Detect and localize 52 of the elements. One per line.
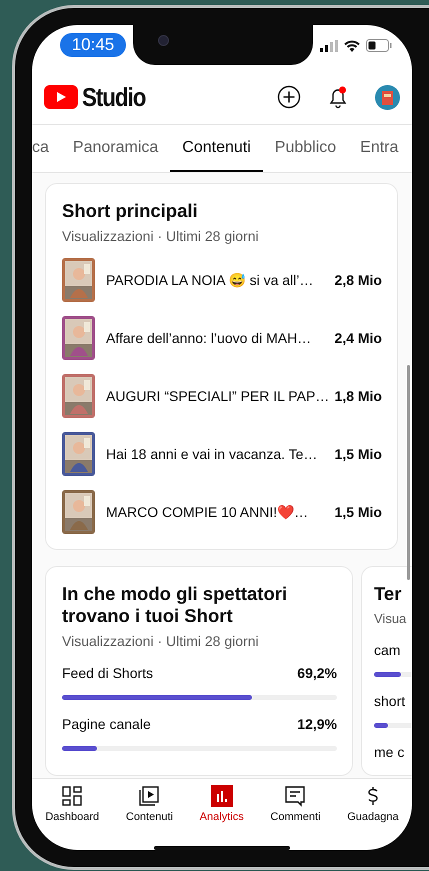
short-row[interactable]: Affare dell’anno: l’uovo di MAH… 2,4 Mio xyxy=(62,316,382,360)
source-percent: 69,2% xyxy=(297,665,337,681)
nav-item[interactable]: Commenti xyxy=(270,785,321,829)
card-subtitle: Visualizzazioni · Ultimi 28 giorni xyxy=(62,633,260,649)
term-label: me c xyxy=(374,744,404,760)
bar-chart-icon xyxy=(210,785,233,807)
tab[interactable]: Pubblico xyxy=(262,125,348,172)
view-count: 2,8 Mio xyxy=(334,272,382,288)
source-label: Pagine canale xyxy=(62,716,151,732)
view-count: 2,4 Mio xyxy=(334,330,382,346)
dashboard-icon xyxy=(61,785,84,807)
short-row[interactable]: AUGURI “SPECIALI” PER IL PAP… 1,8 Mio xyxy=(62,374,382,418)
term-label: short xyxy=(374,693,406,709)
nav-item[interactable]: Analytics xyxy=(200,785,244,829)
card-title: Short principali xyxy=(62,200,199,222)
short-row[interactable]: Hai 18 anni e vai in vacanza. Te… 1,5 Mio xyxy=(62,432,382,476)
battery-icon xyxy=(366,39,392,52)
term-label: cam xyxy=(374,642,400,658)
nav-item[interactable]: Dashboard xyxy=(45,785,100,829)
nav-item[interactable]: Guadagna xyxy=(347,785,399,829)
tab[interactable]: Panoramica xyxy=(60,125,170,172)
card-title: Ter xyxy=(374,583,402,605)
scrollbar[interactable] xyxy=(407,365,410,580)
tab[interactable]: ca xyxy=(32,125,61,172)
short-title: AUGURI “SPECIALI” PER IL PAP… xyxy=(106,388,330,404)
notifications-button[interactable] xyxy=(327,85,349,109)
status-time: 10:45 xyxy=(60,33,126,57)
avatar-button[interactable] xyxy=(375,84,400,110)
short-title: Affare dell’anno: l’uovo di MAH… xyxy=(106,330,312,346)
source-label: Feed di Shorts xyxy=(62,665,154,681)
card-subtitle: Visualizzazioni · Ultimi 28 giorni xyxy=(62,228,260,244)
view-count: 1,5 Mio xyxy=(334,446,382,462)
wifi-icon xyxy=(344,40,360,52)
camera-icon xyxy=(158,35,169,46)
app-title: Studio xyxy=(82,82,146,112)
short-row[interactable]: PARODIA LA NOIA 😅 si va all’… 2,8 Mio xyxy=(62,258,382,302)
view-count: 1,5 Mio xyxy=(334,504,382,520)
short-row[interactable]: MARCO COMPIE 10 ANNI!❤… 1,5 Mio xyxy=(62,490,382,534)
short-title: PARODIA LA NOIA 😅 si va all’… xyxy=(106,272,314,288)
nav-item[interactable]: Contenuti xyxy=(126,785,173,829)
source-percent: 12,9% xyxy=(297,716,337,732)
comment-icon xyxy=(284,785,306,807)
short-title: Hai 18 anni e vai in vacanza. Te… xyxy=(106,446,318,462)
video-library-icon xyxy=(138,785,160,807)
card-title: In che modo gli spettatori trovano i tuoi Short xyxy=(62,583,288,627)
card-subtitle: Visua xyxy=(374,611,408,626)
view-count: 1,8 Mio xyxy=(334,388,382,404)
play-logo-icon xyxy=(44,85,78,109)
create-button[interactable] xyxy=(277,85,301,109)
signal-icon xyxy=(320,40,338,52)
short-title: MARCO COMPIE 10 ANNI!❤… xyxy=(106,504,308,520)
tab[interactable]: Entra xyxy=(348,125,410,172)
